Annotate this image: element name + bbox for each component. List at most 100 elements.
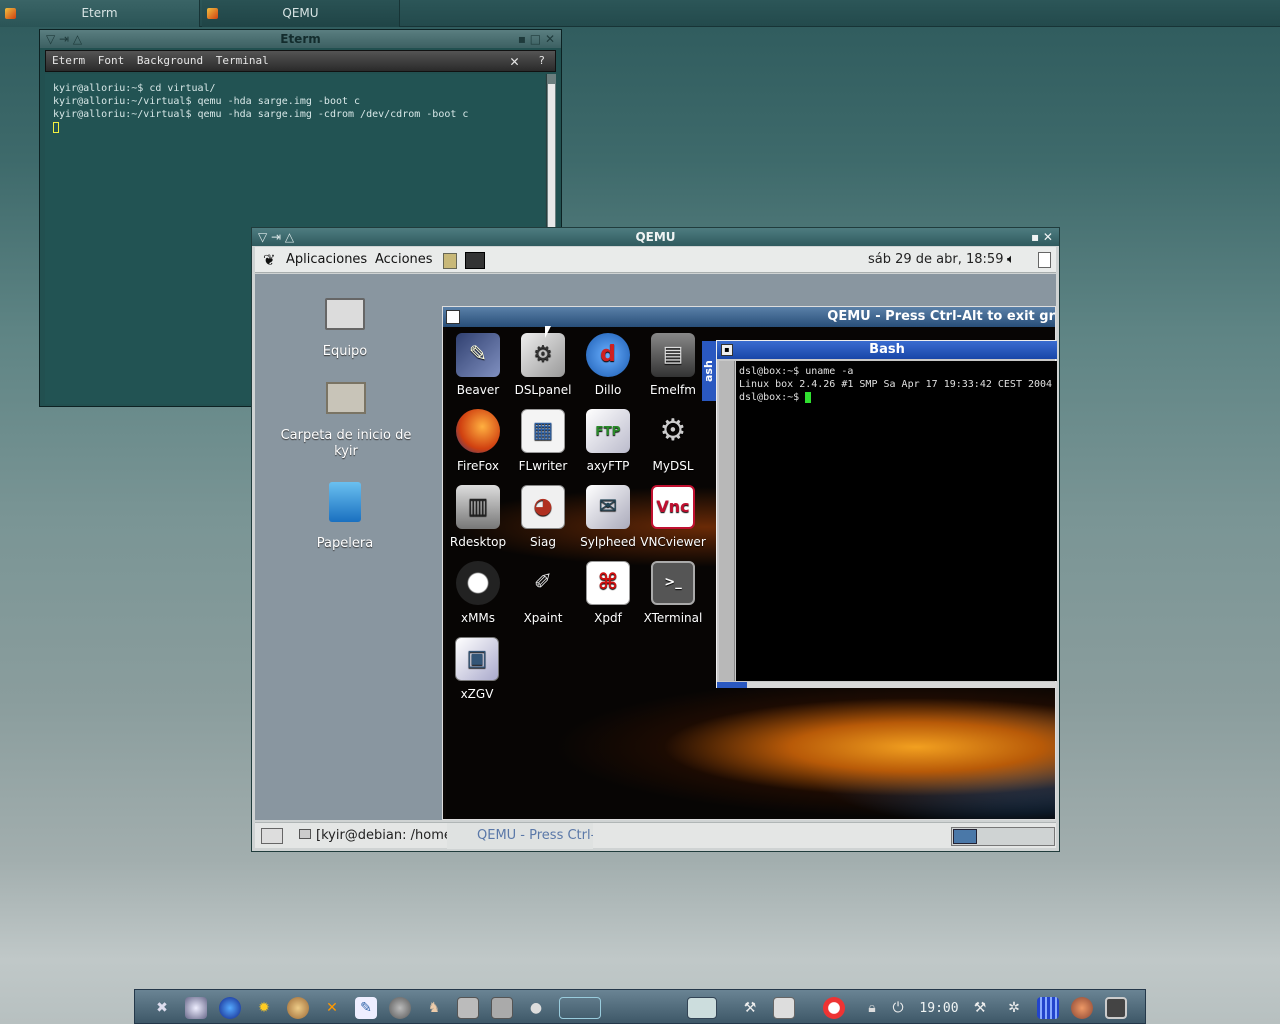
app-label: FLwriter xyxy=(518,459,568,473)
dock-monitor-icon[interactable] xyxy=(1105,997,1127,1019)
desktop-icon-home[interactable]: Carpeta de inicio de kyir xyxy=(271,382,421,460)
app-rdesktop[interactable]: ▥ Rdesktop xyxy=(445,485,511,549)
menu-background[interactable]: Background xyxy=(137,54,203,67)
qemu-titlebar[interactable]: ▽ ⇥ △ QEMU ▪ ✕ xyxy=(252,228,1059,246)
dock-tools-icon[interactable]: ⚒ xyxy=(739,997,761,1019)
help-icon[interactable]: ? xyxy=(538,51,545,71)
app-axyftp[interactable]: FTP axyFTP xyxy=(575,409,641,473)
task-button-qemu[interactable]: QEMU - Press Ctrl-A xyxy=(447,823,593,849)
dock-drive-icon[interactable] xyxy=(491,997,513,1019)
terminal-line: Linux box 2.4.26 #1 SMP Sa Apr 17 19:33:… xyxy=(739,379,1053,390)
app-vncviewer[interactable]: Vnc VNCviewer xyxy=(640,485,706,549)
menu-terminal[interactable]: Terminal xyxy=(216,54,269,67)
xpaint-icon: ✐ xyxy=(533,570,553,595)
dock-lifebuoy-icon[interactable] xyxy=(823,997,845,1019)
dock-stone-icon[interactable]: ● xyxy=(525,997,547,1019)
app-label: Rdesktop xyxy=(449,535,507,549)
app-emelfm[interactable]: ▤ Emelfm xyxy=(640,333,706,397)
workspace-1[interactable] xyxy=(953,829,977,844)
app-xpdf[interactable]: ⌘ Xpdf xyxy=(575,561,641,625)
bash-scrollbar[interactable] xyxy=(719,361,735,681)
dock-settings-icon[interactable]: ⚒ xyxy=(969,997,991,1019)
app-siag[interactable]: ◕ Siag xyxy=(510,485,576,549)
eterm-titlebar[interactable]: ▽ ⇥ △ Eterm ▪ □ ✕ xyxy=(40,30,561,48)
dock-gear-icon[interactable]: ✲ xyxy=(1003,997,1025,1019)
dock-clock[interactable]: 19:00 xyxy=(919,997,959,1019)
app-flwriter[interactable]: ▦ FLwriter xyxy=(510,409,576,473)
app-xmms[interactable]: xMMs xyxy=(445,561,511,625)
dock-gnu-icon[interactable] xyxy=(389,997,411,1019)
taskbar-tab-eterm[interactable]: Eterm xyxy=(0,0,200,27)
app-label: XTerminal xyxy=(643,611,703,625)
dock-editor-icon[interactable]: ✎ xyxy=(355,997,377,1019)
dock-brain-icon[interactable] xyxy=(1071,997,1093,1019)
terminal-launcher-icon[interactable] xyxy=(465,252,485,269)
app-xpaint[interactable]: ✐ Xpaint xyxy=(510,561,576,626)
dock-lock-icon[interactable]: 🔒︎ xyxy=(861,997,883,1019)
app-label: Xpaint xyxy=(523,611,563,625)
dock-rabbit-icon[interactable]: ♞ xyxy=(423,997,445,1019)
guest-titlebar[interactable]: QEMU - Press Ctrl-Alt to exit gr xyxy=(443,307,1055,327)
app-dillo[interactable]: d Dillo xyxy=(575,333,641,397)
terminal-icon xyxy=(299,829,311,839)
volume-icon[interactable]: 🔈︎ xyxy=(1007,247,1015,273)
dock-pager-icon[interactable] xyxy=(559,997,601,1019)
menu-font[interactable]: Font xyxy=(98,54,125,67)
firefox-icon xyxy=(456,409,500,453)
app-sylpheed[interactable]: ✉ Sylpheed xyxy=(575,485,641,549)
window-title: QEMU - Press Ctrl-Alt to exit gr xyxy=(827,309,1055,324)
desktop-icon-papelera[interactable]: Papelera xyxy=(295,482,395,552)
window-menu-icon[interactable]: ▽ ⇥ △ xyxy=(258,228,294,246)
menu-acciones[interactable]: Acciones xyxy=(375,247,433,273)
terminal-line: kyir@alloriu:~$ cd virtual/ xyxy=(53,83,216,94)
close-icon[interactable]: ✕ xyxy=(510,51,519,71)
vncviewer-icon: Vnc xyxy=(651,485,695,529)
app-dslpanel[interactable]: ⚙ DSLpanel xyxy=(510,333,576,397)
dock-power-icon[interactable]: ⏻ xyxy=(887,997,909,1019)
dock-windows-icon[interactable] xyxy=(687,997,717,1019)
flwriter-icon: ▦ xyxy=(521,409,565,453)
bash-titlebar[interactable]: ▪ Bash xyxy=(717,341,1057,359)
dock-cpu-meter-icon[interactable] xyxy=(1037,997,1059,1019)
show-desktop-icon[interactable] xyxy=(261,828,283,844)
show-desktop-icon[interactable] xyxy=(1038,252,1051,268)
app-firefox[interactable]: FireFox xyxy=(445,409,511,473)
xterminal-icon: >_ xyxy=(651,561,695,605)
dock-globe-icon[interactable] xyxy=(219,997,241,1019)
app-xzgv[interactable]: ▣ xZGV xyxy=(444,637,510,701)
app-label: Xpdf xyxy=(594,611,622,625)
workspace-switcher[interactable] xyxy=(951,827,1055,846)
app-beaver[interactable]: ✎ Beaver xyxy=(445,333,511,397)
app-mydsl[interactable]: ⚙ MyDSL xyxy=(640,409,706,474)
window-title: Eterm xyxy=(280,32,321,46)
app-label: Beaver xyxy=(456,383,500,397)
taskbar-tab-qemu[interactable]: QEMU xyxy=(202,0,400,27)
dock-chat-icon[interactable]: ✕ xyxy=(321,997,343,1019)
dock-compass-icon[interactable] xyxy=(287,997,309,1019)
app-label: Emelfm xyxy=(650,383,696,397)
panel-clock[interactable]: sáb 29 de abr, 18:59 xyxy=(868,247,1003,273)
gnome-foot-icon[interactable]: ❦ xyxy=(263,247,276,273)
window-menu-icon[interactable]: ▪ xyxy=(721,344,733,356)
window-controls[interactable]: ▪ □ ✕ xyxy=(518,30,555,48)
dock-burst-icon[interactable]: ✹ xyxy=(253,997,275,1019)
mydsl-icon: ⚙ xyxy=(659,413,687,448)
desktop-icon-equipo[interactable]: Equipo xyxy=(295,298,395,360)
home-folder-icon xyxy=(326,382,366,414)
bash-hscrollbar[interactable] xyxy=(717,682,1057,688)
dock-menu-icon[interactable]: ✖ xyxy=(151,997,173,1019)
scrollbar-thumb[interactable] xyxy=(717,682,747,688)
dock-browser-icon[interactable] xyxy=(185,997,207,1019)
notes-launcher-icon[interactable] xyxy=(443,253,457,269)
menu-aplicaciones[interactable]: Aplicaciones xyxy=(286,247,367,273)
window-controls[interactable]: ▪ ✕ xyxy=(1031,228,1053,246)
dock-disk-icon[interactable] xyxy=(457,997,479,1019)
menu-eterm[interactable]: Eterm xyxy=(52,54,85,67)
dock-printer-icon[interactable] xyxy=(773,997,795,1019)
scrollbar-thumb[interactable] xyxy=(548,84,555,234)
bash-terminal[interactable]: dsl@box:~$ uname -a Linux box 2.4.26 #1 S… xyxy=(736,361,1057,681)
window-menu-icon[interactable] xyxy=(446,310,460,324)
terminal-line: dsl@box:~$ xyxy=(739,392,806,403)
window-menu-icon[interactable]: ▽ ⇥ △ xyxy=(46,30,82,48)
app-xterminal[interactable]: >_ XTerminal xyxy=(640,561,706,625)
